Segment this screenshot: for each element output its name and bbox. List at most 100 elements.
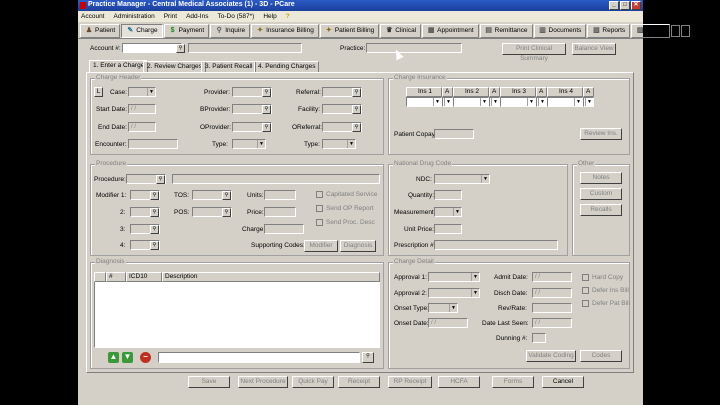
notes-button[interactable]: Notes (580, 172, 622, 184)
diagnosis-search-icon[interactable]: ⚲ (362, 352, 374, 363)
case-dropdown[interactable]: ▼ (128, 87, 156, 97)
balance-view-button[interactable]: Balance View (572, 43, 616, 55)
diagnosis-search-input[interactable] (158, 352, 360, 363)
diagnosis-grid[interactable] (94, 272, 380, 348)
menu-help[interactable]: Help (263, 13, 276, 20)
modifier1-search-icon[interactable]: ⚲ (150, 191, 159, 200)
remove-icon[interactable]: − (140, 352, 151, 363)
oreferral-search-icon[interactable]: ⚲ (352, 123, 361, 132)
review-ins-button[interactable]: Review Ins. (580, 128, 622, 140)
modifier3-search-icon[interactable]: ⚲ (150, 225, 159, 234)
ins2-a-dropdown[interactable]: ▼ (489, 97, 500, 107)
tab-patient-recall[interactable]: 3. Patient Recall (201, 61, 257, 72)
hard-copy-checkbox[interactable] (582, 274, 589, 281)
help-question-icon[interactable]: ? (286, 13, 290, 20)
pos-search-icon[interactable]: ⚲ (222, 208, 231, 217)
send-proc-desc-checkbox[interactable] (316, 219, 323, 226)
custom-button[interactable]: Custom (580, 188, 622, 200)
cancel-button[interactable]: Cancel (542, 376, 584, 388)
move-down-icon[interactable]: ▼ (122, 352, 133, 363)
patient-copay-input[interactable] (434, 129, 474, 139)
encounter-input[interactable] (128, 139, 178, 149)
facility-search-icon[interactable]: ⚲ (352, 105, 361, 114)
diagnosis-button[interactable]: Diagnosis (340, 240, 376, 252)
account-search-icon[interactable]: ⚲ (176, 44, 185, 53)
defer-pat-bill-checkbox[interactable] (582, 300, 589, 307)
recalls-button[interactable]: Recalls (580, 204, 622, 216)
ins4-dropdown[interactable]: ▼ (547, 97, 583, 107)
charge-input[interactable] (264, 224, 304, 234)
ins2-dropdown[interactable]: ▼ (453, 97, 489, 107)
price-input[interactable] (264, 207, 296, 217)
receipt-button[interactable]: Receipt (338, 376, 380, 388)
type-dropdown[interactable]: ▼ (232, 139, 266, 149)
capitated-service-checkbox[interactable] (316, 191, 323, 198)
date-last-seen-input[interactable]: / / (532, 318, 572, 328)
move-up-icon[interactable]: ▲ (108, 352, 119, 363)
send-op-report-checkbox[interactable] (316, 205, 323, 212)
tos-search-icon[interactable]: ⚲ (222, 191, 231, 200)
unit-price-input[interactable] (434, 224, 462, 234)
save-button[interactable]: Save (188, 376, 230, 388)
maximize-button[interactable]: □ (620, 1, 630, 10)
defer-ins-bill-checkbox[interactable] (582, 287, 589, 294)
onset-type-dropdown[interactable]: ▼ (428, 303, 458, 313)
toolbar-appointment[interactable]: ▦ Appointment (422, 23, 479, 38)
ndc-dropdown[interactable]: ▼ (434, 174, 490, 184)
modifier-button[interactable]: Modifier (304, 240, 338, 252)
ins3-dropdown[interactable]: ▼ (500, 97, 536, 107)
l-button[interactable]: L (94, 87, 103, 97)
print-clinical-summary-button[interactable]: Print Clinical Summary (502, 43, 566, 62)
start-date-input[interactable]: / / (128, 104, 156, 114)
tab-review-charges[interactable]: 2. Review Charges (143, 61, 206, 72)
bprovider-search-icon[interactable]: ⚲ (262, 105, 271, 114)
toolbar-scroll-right-icon[interactable]: ▶ (681, 24, 691, 37)
account-number-input[interactable] (122, 43, 182, 53)
disch-date-input[interactable]: / / (532, 288, 572, 298)
measurement-dropdown[interactable]: ▼ (434, 207, 462, 217)
tab-enter-charge[interactable]: 1. Enter a Charge (89, 60, 149, 72)
approval1-dropdown[interactable]: ▼ (428, 272, 480, 282)
toolbar-scroll-left-icon[interactable]: ◀ (671, 24, 681, 37)
minimize-button[interactable]: _ (609, 1, 619, 10)
toolbar-payment[interactable]: $ Payment (163, 23, 210, 38)
forms-button[interactable]: Forms (492, 376, 534, 388)
toolbar-documents[interactable]: ▥ Documents (533, 23, 587, 38)
modifier4-search-icon[interactable]: ⚲ (150, 241, 159, 250)
ins4-a-dropdown[interactable]: ▼ (583, 97, 594, 107)
toolbar-clinical[interactable]: ♛ Clinical (380, 23, 422, 38)
hcfa-button[interactable]: HCFA (438, 376, 480, 388)
menu-print[interactable]: Print (164, 13, 177, 20)
menu-add-ins[interactable]: Add-Ins (186, 13, 208, 20)
dunning-input[interactable] (532, 333, 546, 343)
quick-pay-button[interactable]: Quick Pay (292, 376, 334, 388)
toolbar-patient-billing[interactable]: ✦ Patient Billing (319, 23, 380, 38)
prescription-input[interactable] (434, 240, 558, 250)
toolbar-patient[interactable]: ♟ Patient (80, 23, 121, 38)
units-input[interactable] (264, 190, 296, 200)
approval2-dropdown[interactable]: ▼ (428, 288, 480, 298)
toolbar-labels[interactable]: ▨ Labels (631, 23, 671, 38)
admit-date-input[interactable]: / / (532, 272, 572, 282)
type2-dropdown[interactable]: ▼ (322, 139, 356, 149)
codes-button[interactable]: Codes (580, 350, 622, 362)
modifier2-search-icon[interactable]: ⚲ (150, 208, 159, 217)
toolbar-inquire[interactable]: ⚲ Inquire (210, 23, 251, 38)
oprovider-search-icon[interactable]: ⚲ (262, 123, 271, 132)
next-procedure-button[interactable]: Next Procedure (238, 376, 288, 388)
quantity-input[interactable] (434, 190, 462, 200)
close-button[interactable]: ✕ (631, 1, 641, 10)
menu-account[interactable]: Account (81, 13, 105, 20)
ins3-a-dropdown[interactable]: ▼ (536, 97, 547, 107)
menu-todo[interactable]: To-Do (587*) (217, 13, 254, 20)
rev-rate-input[interactable] (532, 303, 572, 313)
end-date-input[interactable]: / / (128, 122, 156, 132)
menu-administration[interactable]: Administration (114, 13, 155, 20)
toolbar-remittance[interactable]: ▤ Remittance (479, 23, 533, 38)
tab-pending-charges[interactable]: 4. Pending Charges (254, 61, 320, 72)
referral-search-icon[interactable]: ⚲ (352, 88, 361, 97)
toolbar-reports[interactable]: ▧ Reports (587, 23, 631, 38)
toolbar-charge[interactable]: ✎ Charge (121, 23, 163, 38)
procedure-search-icon[interactable]: ⚲ (156, 175, 165, 184)
toolbar-insurance-billing[interactable]: ✦ Insurance Billing (251, 23, 319, 38)
